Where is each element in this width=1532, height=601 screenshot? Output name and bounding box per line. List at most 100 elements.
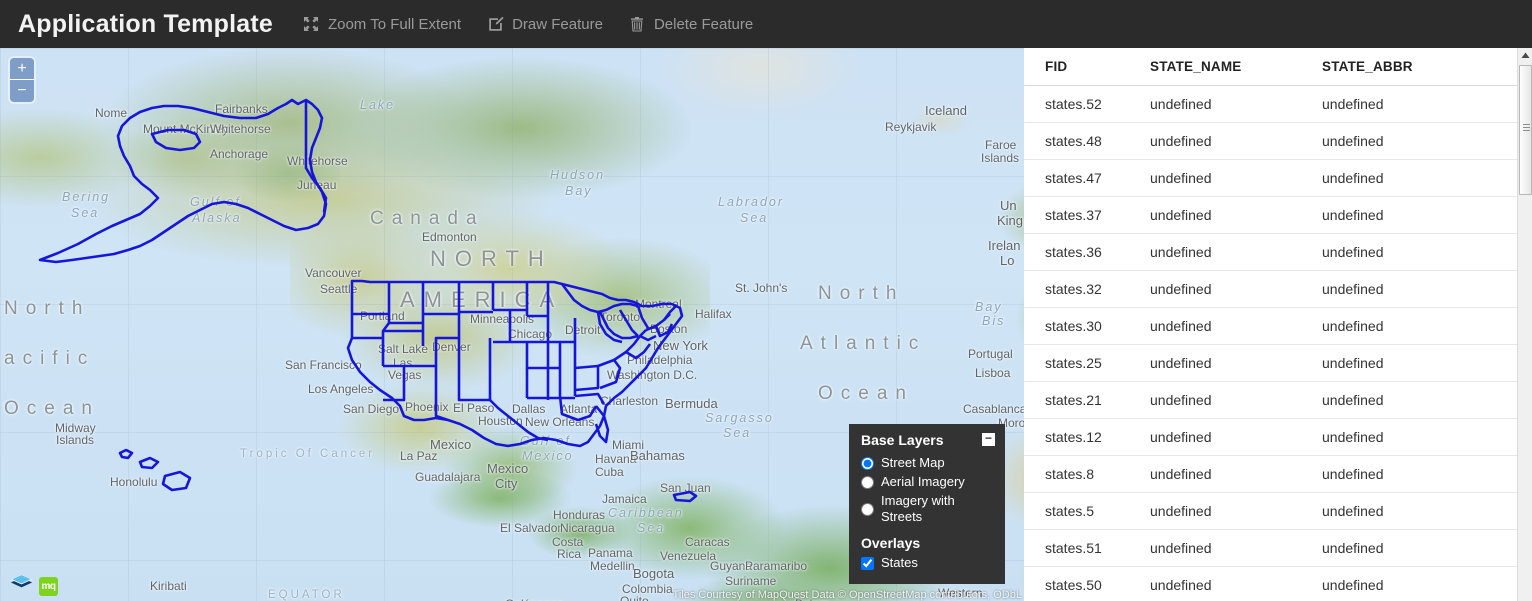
layer-row-aerial-imagery[interactable]: Aerial Imagery <box>861 474 995 490</box>
table-cell: undefined <box>1150 503 1212 519</box>
table-row[interactable]: states.25 undefined undefined <box>1024 345 1517 382</box>
table-vertical-scrollbar[interactable] <box>1517 48 1532 601</box>
table-cell: undefined <box>1150 392 1212 408</box>
table-cell-fid: states.47 <box>1045 170 1102 186</box>
table-cell: undefined <box>1150 429 1212 445</box>
table-cell: undefined <box>1322 429 1384 445</box>
radio-aerial-imagery[interactable] <box>861 475 874 489</box>
attribute-table-panel: FID STATE_NAME STATE_ABBR states.52 undefin… <box>1024 48 1532 601</box>
table-cell: undefined <box>1322 281 1384 297</box>
table-cell-fid: states.32 <box>1045 281 1102 297</box>
table-cell-fid: states.52 <box>1045 96 1102 112</box>
radio-street-map[interactable] <box>861 456 874 470</box>
overlay-layer-list: States <box>861 555 995 571</box>
table-cell: undefined <box>1322 355 1384 371</box>
mapquest-logo[interactable]: mq <box>39 577 58 596</box>
base-layer-list: Street Map Aerial Imagery Imagery with Str… <box>861 455 995 525</box>
delete-feature-label: Delete Feature <box>653 15 754 33</box>
table-cell-fid: states.50 <box>1045 577 1102 593</box>
layer-panel-header: Base Layers − <box>861 432 995 452</box>
table-cell: undefined <box>1150 540 1212 556</box>
table-cell: undefined <box>1322 318 1384 334</box>
zoom-to-full-extent-button[interactable]: Zoom To Full Extent <box>303 16 461 33</box>
table-cell: undefined <box>1150 170 1212 186</box>
table-cell: undefined <box>1322 96 1384 112</box>
table-cell-fid: states.48 <box>1045 133 1102 149</box>
layer-row-street-map[interactable]: Street Map <box>861 455 995 471</box>
table-cell-fid: states.8 <box>1045 466 1095 482</box>
map-logo-group: mq <box>8 569 58 596</box>
layer-label: Imagery with Streets <box>881 493 955 524</box>
layer-label: Aerial Imagery <box>881 474 965 489</box>
overlays-title: Overlays <box>861 535 921 551</box>
map-zoom-control[interactable]: + − <box>10 58 34 102</box>
table-cell-fid: states.30 <box>1045 318 1102 334</box>
pencil-square-icon <box>487 16 504 33</box>
table-row[interactable]: states.32 undefined undefined <box>1024 271 1517 308</box>
table-row[interactable]: states.47 undefined undefined <box>1024 160 1517 197</box>
table-row[interactable]: states.8 undefined undefined <box>1024 456 1517 493</box>
trash-icon <box>629 16 646 33</box>
table-row[interactable]: states.37 undefined undefined <box>1024 197 1517 234</box>
table-cell: undefined <box>1322 170 1384 186</box>
table-header-row: FID STATE_NAME STATE_ABBR <box>1024 48 1517 86</box>
zoom-to-full-extent-label: Zoom To Full Extent <box>327 15 462 33</box>
table-cell: undefined <box>1150 244 1212 260</box>
application-root: Application Template Zoom To Full Extent <box>0 0 1532 601</box>
delete-feature-button[interactable]: Delete Feature <box>629 16 753 33</box>
map-viewport[interactable]: Nome Fairbanks Mount McKinley Anchorage Whit… <box>0 48 1024 601</box>
table-column-header[interactable]: STATE_ABBR <box>1314 59 1517 74</box>
draw-feature-label: Draw Feature <box>512 15 603 33</box>
attribute-table: FID STATE_NAME STATE_ABBR states.52 undefin… <box>1024 48 1517 601</box>
table-row[interactable]: states.52 undefined undefined <box>1024 86 1517 123</box>
app-header: Application Template Zoom To Full Extent <box>0 0 1532 48</box>
table-row[interactable]: states.21 undefined undefined <box>1024 382 1517 419</box>
page-title: Application Template <box>18 9 273 38</box>
table-cell: undefined <box>1150 318 1212 334</box>
base-layers-title: Base Layers <box>861 432 944 448</box>
table-row[interactable]: states.5 undefined undefined <box>1024 493 1517 530</box>
table-body: states.52 undefined undefined states.48 unde… <box>1024 86 1517 601</box>
map-attribution: Tiles Courtesy of MapQuest Data © OpenSt… <box>672 589 1022 601</box>
table-row[interactable]: states.51 undefined undefined <box>1024 530 1517 567</box>
scroll-up-arrow-icon[interactable] <box>1518 48 1532 63</box>
table-cell: undefined <box>1150 133 1212 149</box>
layer-switcher-panel: Base Layers − Street Map Aerial Imagery Im… <box>849 424 1005 584</box>
radio-imagery-with-streets[interactable] <box>861 502 874 516</box>
table-column-header[interactable]: STATE_NAME <box>1142 59 1314 74</box>
draw-feature-button[interactable]: Draw Feature <box>487 16 603 33</box>
table-cell: undefined <box>1150 207 1212 223</box>
table-cell: undefined <box>1150 355 1212 371</box>
zoom-out-button[interactable]: − <box>10 80 34 102</box>
table-row[interactable]: states.12 undefined undefined <box>1024 419 1517 456</box>
scrollbar-thumb[interactable] <box>1519 65 1532 195</box>
zoom-in-button[interactable]: + <box>10 58 34 80</box>
scrollbar-grip-icon <box>1523 124 1530 131</box>
table-row[interactable]: states.36 undefined undefined <box>1024 234 1517 271</box>
table-cell: undefined <box>1322 540 1384 556</box>
panel-minimize-button[interactable]: − <box>982 432 995 446</box>
table-cell: undefined <box>1322 392 1384 408</box>
layer-row-states[interactable]: States <box>861 555 995 571</box>
table-cell-fid: states.25 <box>1045 355 1102 371</box>
table-cell: undefined <box>1322 244 1384 260</box>
table-cell-fid: states.37 <box>1045 207 1102 223</box>
table-cell: undefined <box>1322 466 1384 482</box>
layer-label: States <box>881 555 918 570</box>
table-cell: undefined <box>1150 281 1212 297</box>
table-cell-fid: states.51 <box>1045 540 1102 556</box>
table-cell: undefined <box>1150 466 1212 482</box>
layer-row-imagery-with-streets[interactable]: Imagery with Streets <box>861 493 995 525</box>
expand-arrows-icon <box>303 16 320 33</box>
layers-stack-icon[interactable] <box>8 569 35 596</box>
table-cell: undefined <box>1150 577 1212 593</box>
table-cell-fid: states.21 <box>1045 392 1102 408</box>
table-row[interactable]: states.30 undefined undefined <box>1024 308 1517 345</box>
table-cell-fid: states.5 <box>1045 503 1095 519</box>
table-cell: undefined <box>1322 133 1384 149</box>
table-row[interactable]: states.48 undefined undefined <box>1024 123 1517 160</box>
checkbox-states[interactable] <box>861 556 874 570</box>
table-row[interactable]: states.50 undefined undefined <box>1024 567 1517 601</box>
table-column-header[interactable]: FID <box>1024 59 1142 74</box>
layer-label: Street Map <box>881 455 945 470</box>
